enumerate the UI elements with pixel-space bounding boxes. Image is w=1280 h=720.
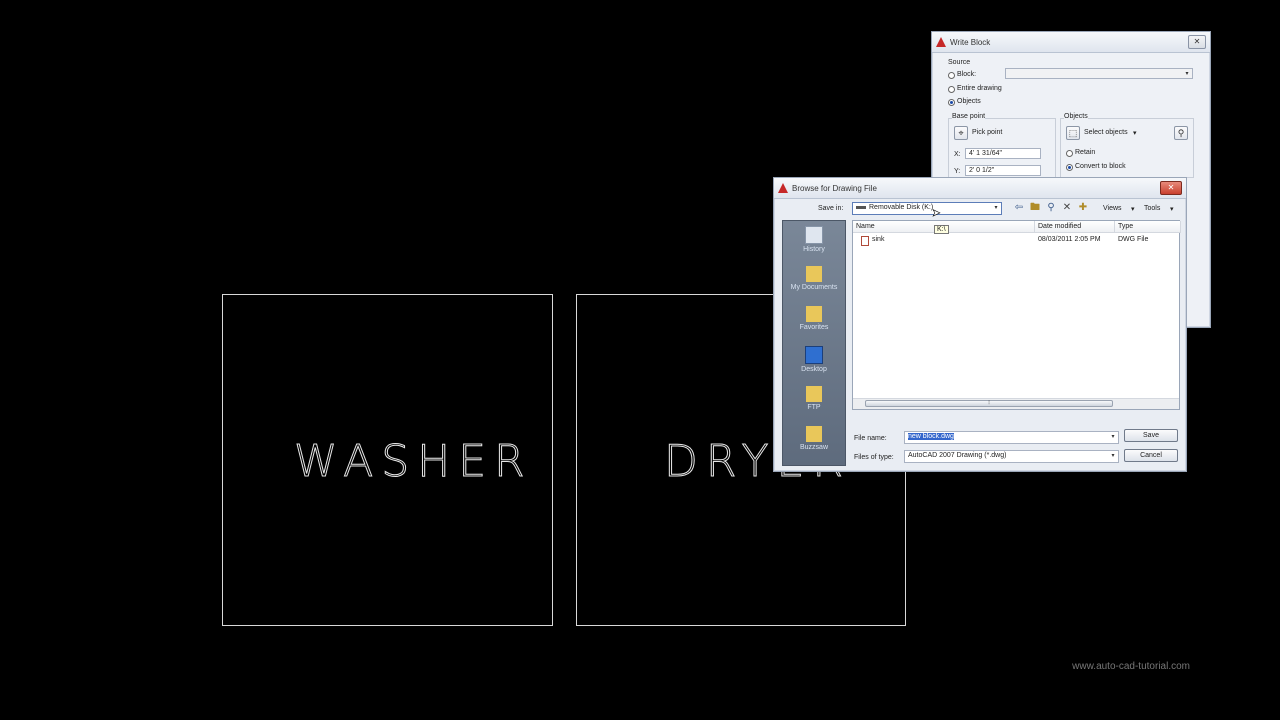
save-button[interactable]: Save (1124, 429, 1178, 442)
pick-point-button[interactable]: ⌖ (954, 126, 968, 140)
file-type-label: Files of type: (854, 454, 894, 461)
save-in-value: Removable Disk (K:) (869, 204, 934, 211)
select-objects-dropdown[interactable]: ▾ (1133, 129, 1137, 137)
browse-close-button[interactable]: ✕ (1160, 181, 1182, 195)
chevron-down-icon: ▾ (1111, 453, 1115, 459)
browse-dialog: Browse for Drawing File ✕ Save in: Remov… (773, 177, 1187, 472)
delete-icon[interactable]: ✕ (1061, 202, 1073, 214)
radio-block-label: Block: (957, 71, 977, 78)
radio-objects[interactable] (948, 99, 955, 106)
file-type: DWG File (1118, 236, 1149, 243)
place-label: FTP (807, 404, 821, 411)
browse-title: Browse for Drawing File (792, 183, 877, 193)
file-type-combo[interactable]: AutoCAD 2007 Drawing (*.dwg) ▾ (904, 450, 1119, 463)
place-label: Buzzsaw (799, 444, 828, 451)
radio-retain[interactable] (1066, 150, 1073, 157)
y-field[interactable]: 2' 0 1/2" (965, 165, 1041, 176)
close-icon: ✕ (1193, 37, 1201, 46)
radio-entire-drawing[interactable] (948, 86, 955, 93)
radio-retain-label: Retain (1075, 149, 1096, 156)
places-bar: History My Documents Favorites Desktop F… (782, 220, 846, 466)
write-block-close-button[interactable]: ✕ (1188, 35, 1206, 49)
place-desktop[interactable]: Desktop (783, 341, 845, 381)
chevron-down-icon: ▾ (1111, 434, 1115, 440)
autocad-logo-icon (936, 37, 946, 47)
select-objects-label[interactable]: Select objects (1084, 129, 1128, 136)
save-in-label: Save in: (818, 205, 844, 212)
file-name-label: File name: (854, 435, 887, 442)
place-buzzsaw[interactable]: Buzzsaw (783, 421, 845, 461)
buzzsaw-icon (806, 426, 822, 442)
place-label: Favorites (799, 324, 829, 331)
up-folder-icon[interactable]: 🖿 (1029, 202, 1041, 214)
dwg-file-icon (861, 236, 869, 246)
pick-point-icon: ⌖ (958, 128, 964, 138)
washer-label: WASHER (294, 436, 533, 488)
cancel-button[interactable]: Cancel (1124, 449, 1178, 462)
source-label: Source (948, 59, 971, 66)
file-date: 08/03/2011 2:05 PM (1038, 236, 1101, 243)
close-icon: ✕ (1167, 183, 1175, 192)
tools-dropdown-icon[interactable]: ▾ (1170, 205, 1174, 213)
y-label: Y: (954, 168, 961, 175)
views-menu[interactable]: Views (1103, 205, 1122, 212)
radio-convert[interactable] (1066, 164, 1073, 171)
column-date[interactable]: Date modified (1035, 221, 1115, 233)
select-objects-icon: ⬚ (1068, 128, 1078, 138)
radio-objects-label: Objects (957, 98, 981, 105)
views-dropdown-icon[interactable]: ▾ (1131, 205, 1135, 213)
search-icon[interactable]: ⚲ (1045, 202, 1057, 214)
save-in-combo[interactable]: Removable Disk (K:) ▾ (852, 202, 1002, 215)
base-point-label: Base point (952, 113, 986, 120)
drive-icon (856, 205, 866, 209)
folder-icon (806, 266, 822, 282)
write-block-titlebar[interactable]: Write Block ✕ (932, 32, 1210, 53)
quick-select-button[interactable]: ⚲ (1174, 126, 1188, 140)
objects-label: Objects (1064, 113, 1088, 120)
back-icon[interactable]: ⇦ (1013, 202, 1025, 214)
quick-select-icon: ⚲ (1177, 128, 1185, 138)
tooltip: K:\ (934, 225, 949, 234)
history-icon (805, 226, 823, 244)
chevron-down-icon: ▾ (1185, 71, 1189, 77)
watermark: www.auto-cad-tutorial.com (1072, 661, 1190, 672)
file-list[interactable]: Name Date modified Type sink 08/03/2011 … (852, 220, 1181, 410)
place-favorites[interactable]: Favorites (783, 301, 845, 341)
x-label: X: (954, 151, 961, 158)
new-folder-icon[interactable]: ✚ (1077, 202, 1089, 214)
radio-entire-label: Entire drawing (957, 85, 1002, 92)
place-history[interactable]: History (783, 221, 845, 261)
place-my-documents[interactable]: My Documents (783, 261, 845, 301)
desktop-icon (805, 346, 823, 364)
place-ftp[interactable]: FTP (783, 381, 845, 421)
pick-point-label[interactable]: Pick point (972, 129, 1002, 136)
chevron-down-icon: ▾ (994, 205, 998, 211)
ftp-icon (806, 386, 822, 402)
horizontal-scrollbar[interactable]: ⦙ (853, 398, 1179, 409)
mouse-cursor-icon: ➤ (932, 208, 941, 220)
place-label: History (803, 246, 825, 253)
block-select[interactable]: ▾ (1005, 68, 1193, 79)
file-name-combo[interactable]: new block.dwg ▾ (904, 431, 1119, 444)
file-type-value: AutoCAD 2007 Drawing (*.dwg) (908, 452, 1007, 459)
write-block-title: Write Block (950, 37, 991, 47)
radio-convert-label: Convert to block (1075, 163, 1126, 170)
column-type[interactable]: Type (1115, 221, 1181, 233)
file-row[interactable]: sink 08/03/2011 2:05 PM DWG File (853, 235, 1179, 246)
favorites-icon (806, 306, 822, 322)
place-label: Desktop (801, 366, 827, 373)
autocad-logo-icon (778, 183, 788, 193)
select-objects-button[interactable]: ⬚ (1066, 126, 1080, 140)
radio-block[interactable] (948, 72, 955, 79)
browse-titlebar[interactable]: Browse for Drawing File ✕ (774, 178, 1186, 199)
place-label: My Documents (790, 284, 838, 291)
file-name-value: new block.dwg (908, 433, 954, 440)
scroll-thumb[interactable]: ⦙ (865, 400, 1113, 407)
file-name: sink (872, 236, 885, 243)
tools-menu[interactable]: Tools (1144, 205, 1160, 212)
x-field[interactable]: 4' 1 31/64" (965, 148, 1041, 159)
